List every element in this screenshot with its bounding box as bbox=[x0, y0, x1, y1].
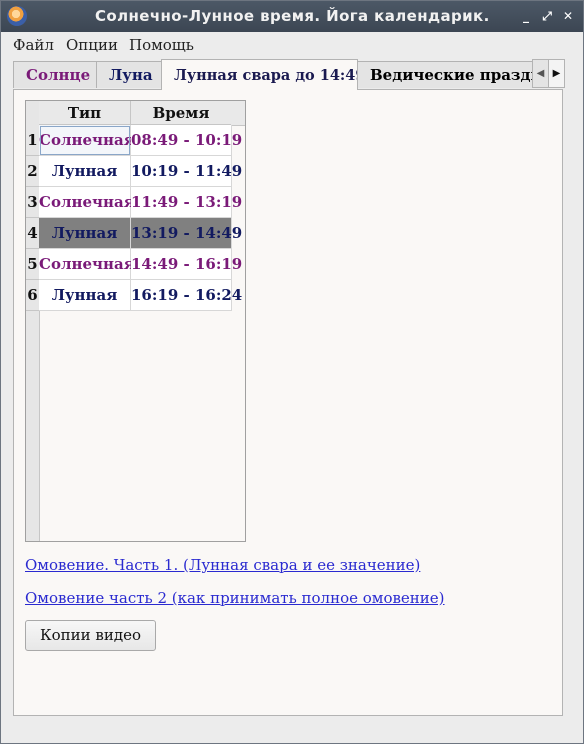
tab-bar: Солнце Луна Лунная свара до 14:49 Ведиче… bbox=[13, 59, 565, 90]
column-header-type[interactable]: Тип bbox=[39, 101, 131, 125]
row-number[interactable]: 2 bbox=[26, 156, 39, 187]
table-corner[interactable] bbox=[26, 101, 40, 126]
tab-scroll-left-icon[interactable]: ◀ bbox=[532, 59, 549, 88]
cell-time[interactable]: 16:19 - 16:24 bbox=[131, 280, 242, 311]
menu-options[interactable]: Опции bbox=[66, 36, 118, 54]
tab-panel: Тип Время 1 Солнечная 08:49 - 10:19 2 Лу… bbox=[13, 89, 563, 716]
cell-type[interactable]: Лунная bbox=[39, 280, 131, 311]
menu-help[interactable]: Помощь bbox=[129, 36, 194, 54]
ablution-part1-link[interactable]: Омовение. Часть 1. (Лунная свара и ее зн… bbox=[25, 556, 420, 574]
cell-type[interactable]: Лунная bbox=[39, 156, 131, 187]
cell-type-selected[interactable]: Лунная bbox=[39, 218, 131, 249]
cell-type[interactable]: Солнечная bbox=[39, 187, 135, 218]
menu-file[interactable]: Файл bbox=[13, 36, 54, 54]
cell-time[interactable]: 08:49 - 10:19 bbox=[131, 125, 242, 156]
menu-bar: Файл Опции Помощь bbox=[1, 32, 583, 58]
video-copies-button[interactable]: Копии видео bbox=[25, 620, 156, 651]
maximize-icon[interactable]: ⤢ bbox=[539, 8, 555, 24]
row-number[interactable]: 3 bbox=[26, 187, 39, 218]
ablution-part2-link[interactable]: Омовение часть 2 (как принимать полное о… bbox=[25, 589, 445, 607]
app-sun-icon[interactable] bbox=[7, 6, 27, 26]
svara-table[interactable]: Тип Время 1 Солнечная 08:49 - 10:19 2 Лу… bbox=[25, 100, 246, 542]
row-number[interactable]: 6 bbox=[26, 280, 39, 311]
tab-lunar-svara[interactable]: Лунная свара до 14:49 bbox=[161, 59, 358, 90]
cell-type[interactable]: Солнечная bbox=[39, 125, 135, 156]
row-number[interactable]: 5 bbox=[26, 249, 39, 280]
tab-sun[interactable]: Солнце bbox=[13, 61, 97, 88]
tab-vedic-holidays[interactable]: Ведические праздники bbox=[357, 61, 533, 88]
app-window: Солнечно-Лунное время. Йога календарик. … bbox=[0, 0, 584, 744]
cell-time[interactable]: 11:49 - 13:19 bbox=[131, 187, 242, 218]
row-number[interactable]: 4 bbox=[26, 218, 39, 249]
minimize-icon[interactable]: _ bbox=[518, 8, 534, 24]
window-title: Солнечно-Лунное время. Йога календарик. bbox=[95, 7, 490, 25]
title-bar[interactable]: Солнечно-Лунное время. Йога календарик. … bbox=[1, 1, 583, 32]
row-number[interactable]: 1 bbox=[26, 125, 39, 156]
column-header-time[interactable]: Время bbox=[131, 101, 232, 125]
cell-time[interactable]: 14:49 - 16:19 bbox=[131, 249, 242, 280]
cell-time[interactable]: 10:19 - 11:49 bbox=[131, 156, 242, 187]
close-icon[interactable]: ✕ bbox=[560, 8, 576, 24]
cell-type[interactable]: Солнечная bbox=[39, 249, 135, 280]
tab-scroll-right-icon[interactable]: ▶ bbox=[548, 59, 565, 88]
column-header-filler bbox=[231, 101, 245, 126]
tab-moon[interactable]: Луна bbox=[96, 61, 162, 88]
cell-time-selected[interactable]: 13:19 - 14:49 bbox=[131, 218, 242, 249]
